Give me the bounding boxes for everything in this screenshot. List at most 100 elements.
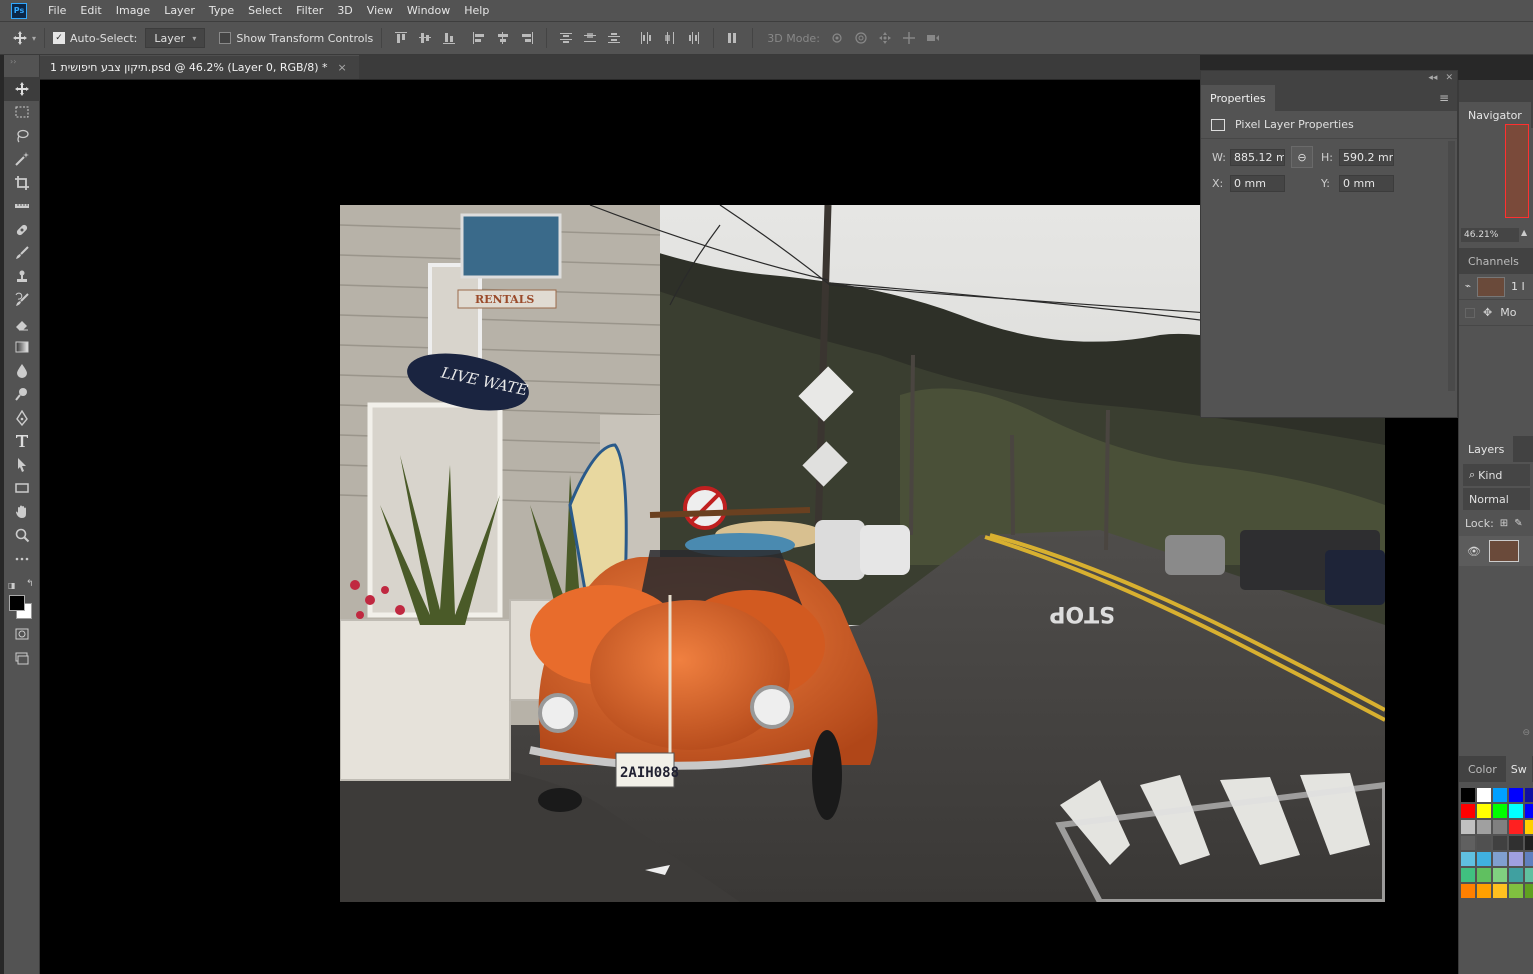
distribute-vcenter-icon[interactable] bbox=[579, 27, 601, 49]
color-swatch[interactable] bbox=[1477, 804, 1491, 818]
type-icon[interactable] bbox=[4, 430, 40, 454]
close-icon[interactable]: × bbox=[338, 61, 347, 74]
menu-file[interactable]: File bbox=[41, 0, 73, 22]
color-swatch[interactable] bbox=[1461, 820, 1475, 834]
gradient-icon[interactable] bbox=[4, 336, 40, 360]
history-brush-icon[interactable] bbox=[4, 289, 40, 313]
path-select-icon[interactable] bbox=[4, 453, 40, 477]
chevron-down-icon[interactable]: ▾ bbox=[32, 34, 36, 43]
color-swatch[interactable] bbox=[1493, 836, 1507, 850]
distribute-left-icon[interactable] bbox=[635, 27, 657, 49]
color-swatch[interactable] bbox=[1477, 820, 1491, 834]
color-swatch[interactable] bbox=[1525, 884, 1533, 898]
show-transform-checkbox[interactable] bbox=[219, 32, 232, 44]
color-swatch[interactable] bbox=[1477, 836, 1491, 850]
color-swatch[interactable] bbox=[1461, 868, 1475, 882]
menu-view[interactable]: View bbox=[360, 0, 400, 22]
3d-pan-icon[interactable] bbox=[874, 27, 896, 49]
eye-icon[interactable]: 👁 bbox=[1467, 545, 1481, 558]
color-swatch[interactable] bbox=[1509, 820, 1523, 834]
zoom-out-icon[interactable]: ▲ bbox=[1521, 228, 1527, 237]
color-swatch[interactable] bbox=[1477, 852, 1491, 866]
color-swatch[interactable] bbox=[1493, 852, 1507, 866]
distribute-right-icon[interactable] bbox=[683, 27, 705, 49]
foreground-color-swatch[interactable] bbox=[9, 594, 25, 611]
color-swatch[interactable] bbox=[1509, 884, 1523, 898]
menu-help[interactable]: Help bbox=[457, 0, 496, 22]
screen-mode-icon[interactable] bbox=[4, 646, 40, 670]
layer-row[interactable]: 👁 bbox=[1459, 536, 1533, 566]
menu-layer[interactable]: Layer bbox=[157, 0, 202, 22]
color-swatch[interactable] bbox=[1525, 836, 1533, 850]
color-swatch[interactable] bbox=[1493, 804, 1507, 818]
tab-swatches[interactable]: Sw bbox=[1505, 756, 1532, 782]
tab-properties[interactable]: Properties bbox=[1201, 85, 1275, 111]
tab-layers[interactable]: Layers bbox=[1459, 436, 1514, 462]
align-left-icon[interactable] bbox=[468, 27, 490, 49]
brush-icon[interactable] bbox=[4, 242, 40, 266]
3d-scale-icon[interactable] bbox=[922, 27, 944, 49]
color-swatch[interactable] bbox=[1477, 868, 1491, 882]
color-swatch[interactable] bbox=[1461, 852, 1475, 866]
tab-color[interactable]: Color bbox=[1459, 756, 1506, 782]
auto-select-checkbox[interactable]: ✓ bbox=[53, 32, 66, 44]
menu-edit[interactable]: Edit bbox=[73, 0, 108, 22]
color-swatch[interactable] bbox=[1493, 868, 1507, 882]
color-swatch[interactable] bbox=[1525, 868, 1533, 882]
3d-orbit-icon[interactable] bbox=[826, 27, 848, 49]
distribute-top-icon[interactable] bbox=[555, 27, 577, 49]
align-bottom-icon[interactable] bbox=[438, 27, 460, 49]
properties-scrollbar[interactable] bbox=[1448, 141, 1455, 391]
align-right-icon[interactable] bbox=[516, 27, 538, 49]
align-vcenter-icon[interactable] bbox=[414, 27, 436, 49]
color-swatch[interactable] bbox=[1525, 852, 1533, 866]
zoom-icon[interactable] bbox=[4, 524, 40, 548]
crop-icon[interactable] bbox=[4, 171, 40, 195]
color-swatch[interactable] bbox=[1477, 884, 1491, 898]
document-tab[interactable]: 1 תיקון צבע חיפושית.psd @ 46.2% (Layer 0… bbox=[40, 55, 359, 79]
dodge-icon[interactable] bbox=[4, 383, 40, 407]
channel-row[interactable]: ✥ Mo bbox=[1459, 300, 1533, 326]
auto-align-icon[interactable] bbox=[722, 27, 744, 49]
lasso-icon[interactable] bbox=[4, 124, 40, 148]
color-swatch[interactable] bbox=[1461, 804, 1475, 818]
layer-kind-filter[interactable]: ⌕ Kind bbox=[1463, 464, 1530, 486]
menu-select[interactable]: Select bbox=[241, 0, 289, 22]
distribute-hcenter-icon[interactable] bbox=[659, 27, 681, 49]
swap-colors-icon[interactable]: ↰ bbox=[26, 579, 34, 589]
navigator-thumbnail[interactable] bbox=[1505, 124, 1529, 218]
height-field[interactable]: 590.2 mm bbox=[1339, 148, 1394, 166]
color-swatch[interactable] bbox=[1493, 788, 1507, 802]
move-tool-preset-icon[interactable] bbox=[10, 28, 30, 48]
magic-wand-icon[interactable] bbox=[4, 148, 40, 172]
color-swatch[interactable] bbox=[1509, 788, 1523, 802]
lock-paint-icon[interactable]: ✎ bbox=[1514, 518, 1522, 529]
menu-type[interactable]: Type bbox=[202, 0, 241, 22]
link-icon[interactable]: ⊖ bbox=[1291, 146, 1313, 168]
close-panel-icon[interactable]: ✕ bbox=[1445, 73, 1453, 83]
3d-roll-icon[interactable] bbox=[850, 27, 872, 49]
navigator-zoom-field[interactable]: 46.21% bbox=[1461, 228, 1519, 242]
color-swatch[interactable] bbox=[1477, 788, 1491, 802]
y-field[interactable]: 0 mm bbox=[1339, 174, 1394, 192]
menu-filter[interactable]: Filter bbox=[289, 0, 330, 22]
auto-select-target-dropdown[interactable]: Layer ▾ bbox=[145, 28, 206, 48]
color-swatch[interactable] bbox=[1509, 852, 1523, 866]
menu-window[interactable]: Window bbox=[400, 0, 457, 22]
quick-mask-icon[interactable] bbox=[4, 623, 40, 647]
marquee-icon[interactable] bbox=[4, 101, 40, 125]
lock-transparent-icon[interactable]: ⊞ bbox=[1500, 518, 1508, 529]
checkbox-icon[interactable] bbox=[1465, 307, 1475, 318]
color-swatch[interactable] bbox=[1509, 868, 1523, 882]
color-swatch[interactable] bbox=[1493, 820, 1507, 834]
ruler-icon[interactable] bbox=[4, 195, 40, 219]
eraser-icon[interactable] bbox=[4, 312, 40, 336]
color-swatch[interactable] bbox=[1525, 820, 1533, 834]
distribute-bottom-icon[interactable] bbox=[603, 27, 625, 49]
hand-icon[interactable] bbox=[4, 500, 40, 524]
color-swatch[interactable] bbox=[1525, 804, 1533, 818]
link-icon[interactable]: ⊖ bbox=[1459, 728, 1533, 742]
menu-3d[interactable]: 3D bbox=[330, 0, 359, 22]
color-swatch[interactable] bbox=[1509, 836, 1523, 850]
x-field[interactable]: 0 mm bbox=[1230, 174, 1285, 192]
